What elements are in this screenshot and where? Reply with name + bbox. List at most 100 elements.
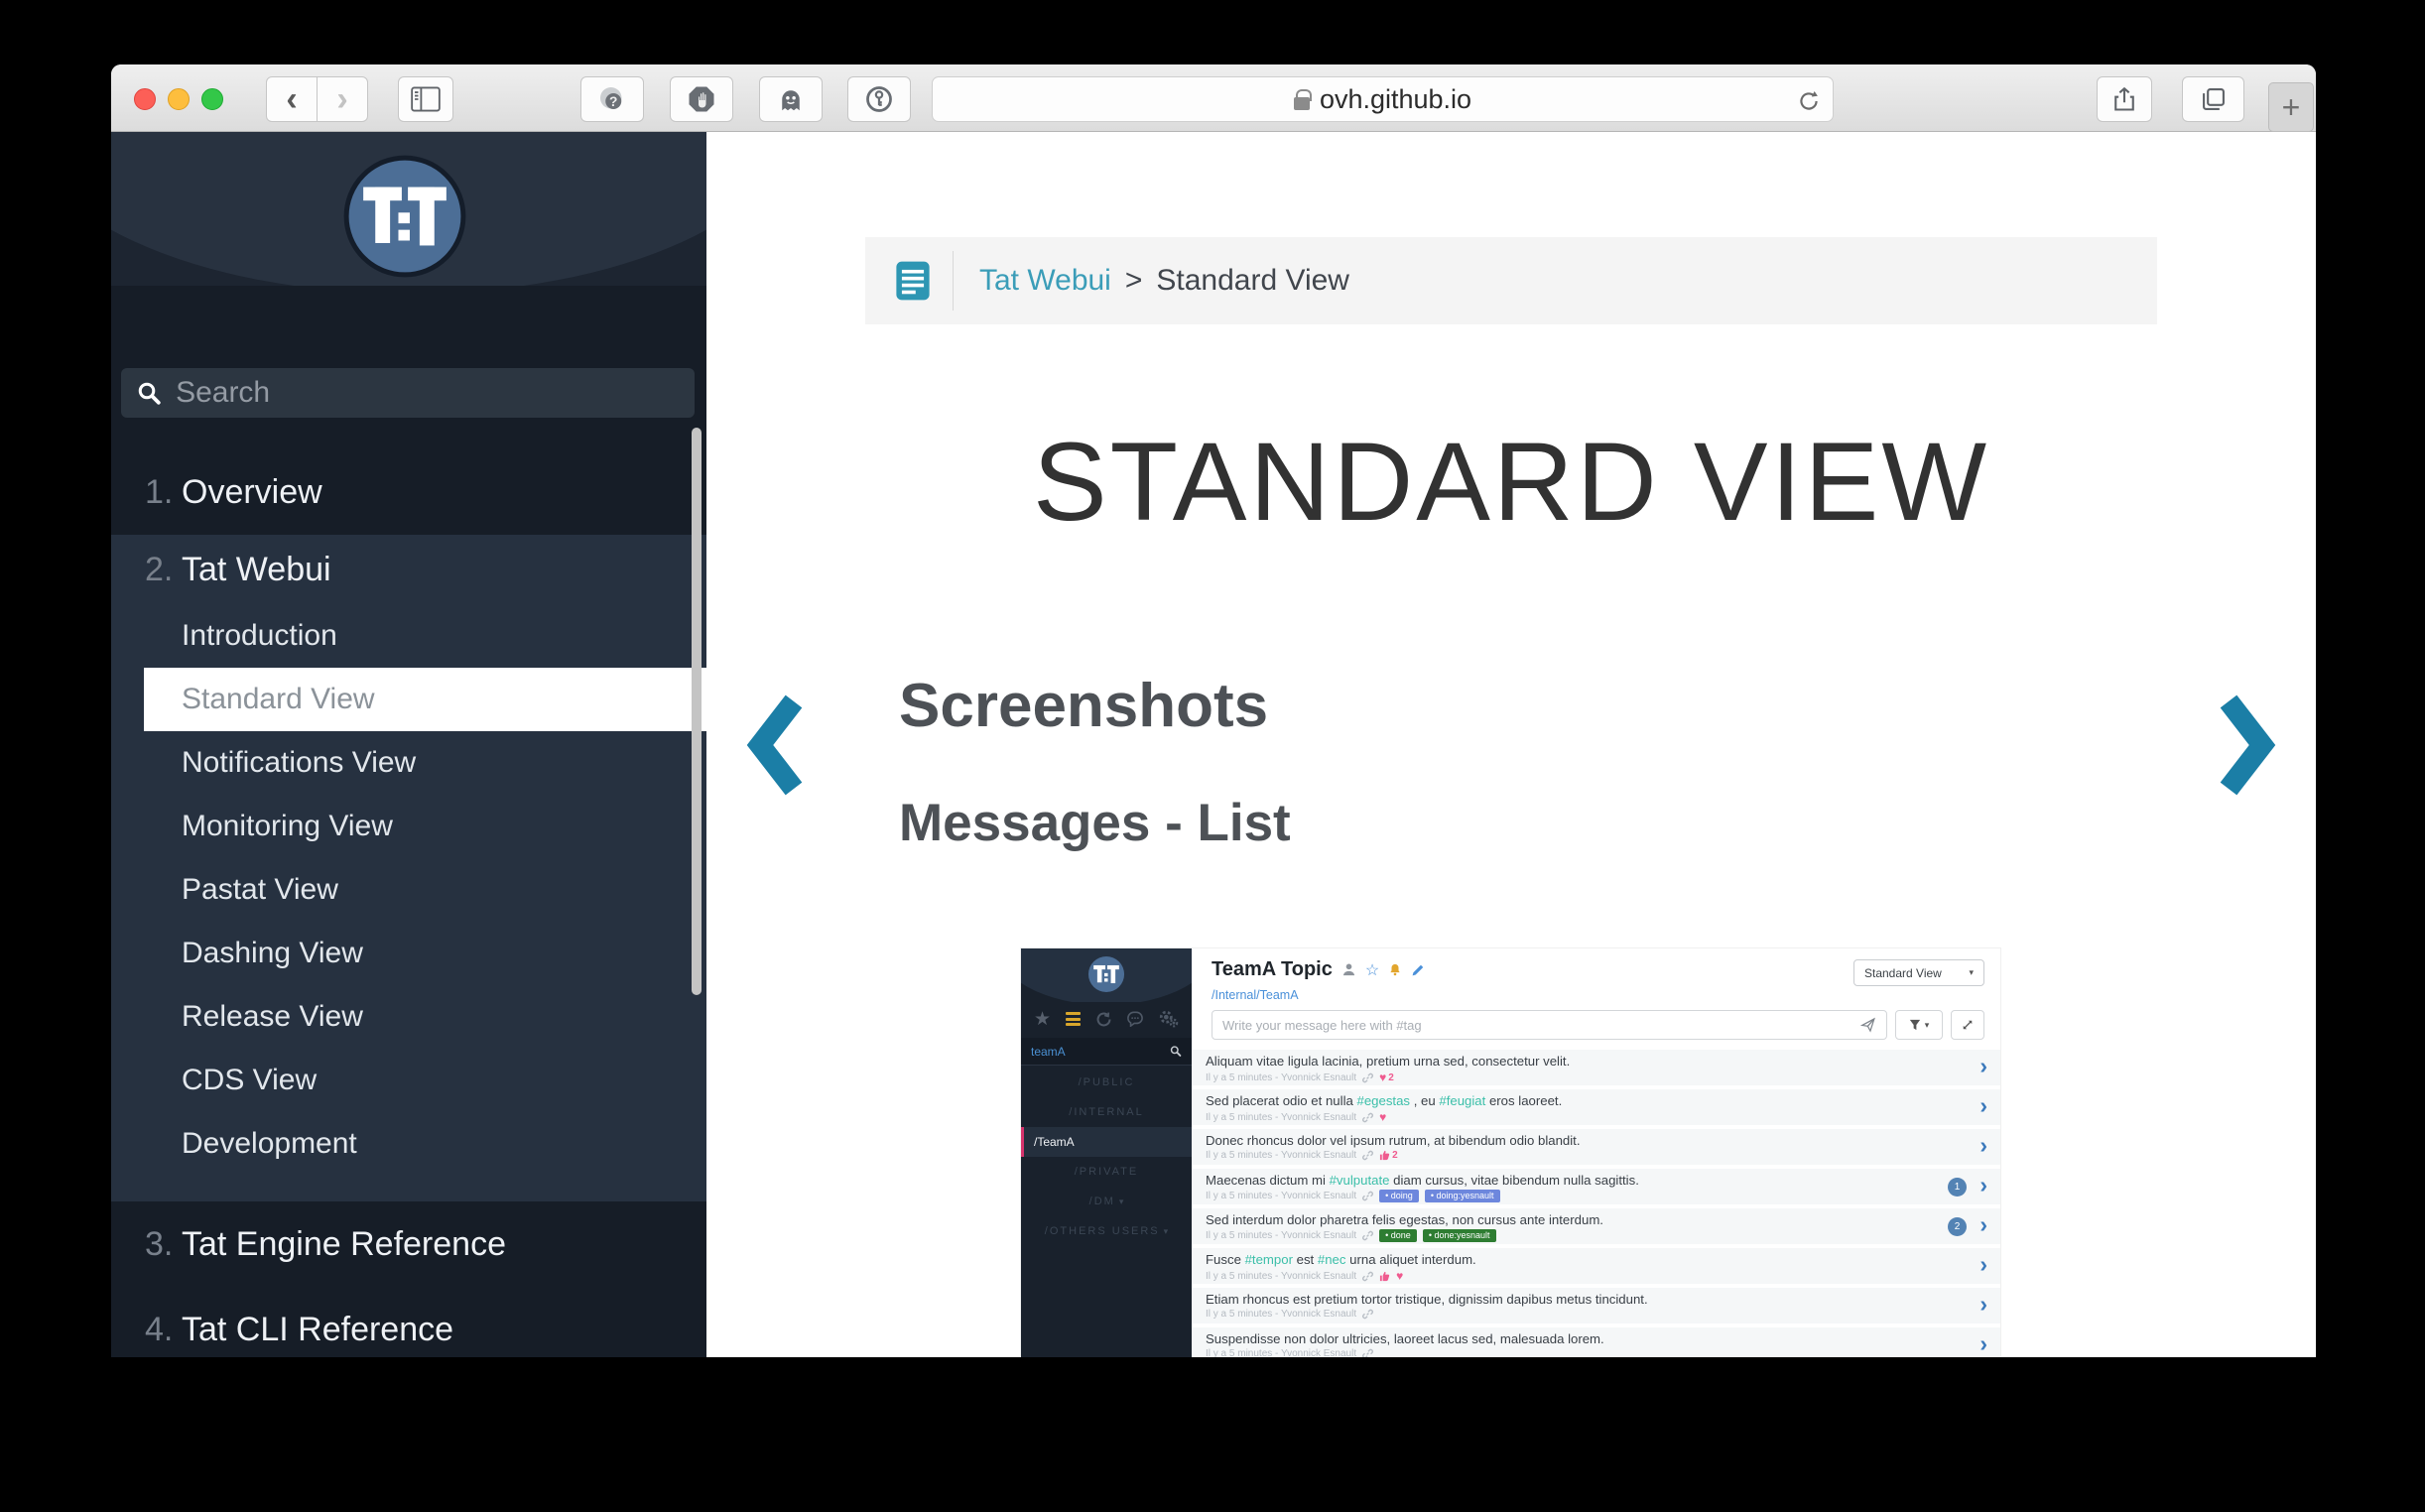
item-label: Notifications View bbox=[182, 746, 416, 780]
thumb-up-icon bbox=[1379, 1271, 1390, 1282]
settings-gears-icon[interactable] bbox=[1159, 1010, 1179, 1028]
tat-topic-search-input[interactable] bbox=[1031, 1045, 1170, 1059]
favorites-star-icon[interactable]: ★ bbox=[1034, 1008, 1051, 1031]
open-message-chevron[interactable]: › bbox=[1979, 1251, 1987, 1278]
chat-bubble-icon[interactable] bbox=[1126, 1011, 1144, 1027]
sidebar-item-pastat-view[interactable]: Pastat View bbox=[111, 858, 706, 922]
extension-adblock-button[interactable] bbox=[670, 76, 733, 122]
address-bar[interactable]: ovh.github.io bbox=[932, 76, 1834, 122]
share-icon bbox=[2110, 84, 2138, 114]
sidebar-item-cds-view[interactable]: CDS View bbox=[111, 1049, 706, 1112]
permalink-icon[interactable] bbox=[1362, 1230, 1373, 1241]
sidebar-nav: 1. Overview 2. Tat Webui Introduction St… bbox=[111, 449, 706, 1357]
send-plane-icon[interactable] bbox=[1860, 1017, 1876, 1033]
breadcrumb-link[interactable]: Tat Webui bbox=[979, 264, 1111, 298]
sidebar-item-tat-engine-reference[interactable]: 3. Tat Engine Reference bbox=[111, 1201, 706, 1287]
user-icon[interactable] bbox=[1341, 962, 1356, 977]
zoom-window-button[interactable] bbox=[201, 88, 223, 110]
message-row[interactable]: Etiam rhoncus est pretium tortor tristiq… bbox=[1192, 1288, 2000, 1323]
message-row[interactable]: Fusce #tempor est #nec urna aliquet inte… bbox=[1192, 1248, 2000, 1284]
https-lock-icon bbox=[1294, 97, 1310, 110]
sidebar-item-tat-cli-reference[interactable]: 4. Tat CLI Reference bbox=[111, 1287, 706, 1357]
back-button[interactable]: ‹ bbox=[266, 76, 318, 122]
open-message-chevron[interactable]: › bbox=[1979, 1132, 1987, 1159]
channel-public[interactable]: /PUBLIC bbox=[1021, 1068, 1192, 1097]
permalink-icon[interactable] bbox=[1362, 1348, 1373, 1357]
search-input[interactable] bbox=[176, 376, 679, 410]
edit-pencil-icon[interactable] bbox=[1411, 963, 1425, 977]
expand-button[interactable] bbox=[1951, 1010, 1984, 1040]
docs-sidebar: 1. Overview 2. Tat Webui Introduction St… bbox=[111, 132, 706, 1357]
sidebar-item-tat-webui[interactable]: 2. Tat Webui bbox=[111, 535, 706, 604]
sidebar-item-overview[interactable]: 1. Overview bbox=[111, 449, 706, 535]
sidebar-item-notifications-view[interactable]: Notifications View bbox=[111, 731, 706, 795]
message-row[interactable]: Sed placerat odio et nulla #egestas , eu… bbox=[1192, 1089, 2000, 1125]
message-row[interactable]: Suspendisse non dolor ultricies, laoreet… bbox=[1192, 1327, 2000, 1357]
tat-app-screenshot: ★ bbox=[1021, 948, 2000, 1357]
sidebar-item-introduction[interactable]: Introduction bbox=[111, 604, 706, 668]
item-label: Tat Webui bbox=[182, 551, 331, 589]
item-number: 3. bbox=[145, 1225, 182, 1264]
reload-icon[interactable] bbox=[1796, 88, 1822, 114]
new-tab-button[interactable]: + bbox=[2268, 82, 2314, 132]
heart-reaction: ♥2 bbox=[1379, 1071, 1394, 1084]
message-input[interactable] bbox=[1212, 1010, 1887, 1040]
channel-internal[interactable]: /INTERNAL bbox=[1021, 1097, 1192, 1127]
history-icon[interactable] bbox=[1095, 1011, 1112, 1028]
close-window-button[interactable] bbox=[134, 88, 156, 110]
message-row[interactable]: Donec rhoncus dolor vel ipsum rutrum, at… bbox=[1192, 1129, 2000, 1165]
permalink-icon[interactable] bbox=[1362, 1150, 1373, 1161]
message-row[interactable]: Maecenas dictum mi #vulputate diam cursu… bbox=[1192, 1169, 2000, 1204]
topics-list-icon[interactable] bbox=[1066, 1012, 1081, 1026]
filter-button[interactable]: ▾ bbox=[1895, 1010, 1943, 1040]
next-page-chevron[interactable] bbox=[2219, 693, 2278, 797]
tab-overview-button[interactable] bbox=[2182, 76, 2244, 122]
open-message-chevron[interactable]: › bbox=[1979, 1172, 1987, 1198]
message-input-field[interactable] bbox=[1222, 1018, 1860, 1033]
open-message-chevron[interactable]: › bbox=[1979, 1211, 1987, 1238]
message-row[interactable]: Aliquam vitae ligula lacinia, pretium ur… bbox=[1192, 1050, 2000, 1085]
open-message-chevron[interactable]: › bbox=[1979, 1092, 1987, 1119]
channel-private[interactable]: /PRIVATE bbox=[1021, 1157, 1192, 1187]
sidebar-item-release-view[interactable]: Release View bbox=[111, 985, 706, 1049]
sidebar-item-monitoring-view[interactable]: Monitoring View bbox=[111, 795, 706, 858]
permalink-icon[interactable] bbox=[1362, 1309, 1373, 1320]
doc-content: Tat Webui > Standard View STANDARD VIEW … bbox=[706, 132, 2316, 1357]
item-label: Introduction bbox=[182, 619, 337, 653]
extension-password-button[interactable] bbox=[847, 76, 911, 122]
extension-help-button[interactable]: ? bbox=[580, 76, 644, 122]
sidebar-scrollbar[interactable] bbox=[692, 428, 702, 995]
minimize-window-button[interactable] bbox=[168, 88, 190, 110]
message-meta-text: Il y a 5 minutes - Yvonnick Esnault bbox=[1206, 1150, 1356, 1161]
permalink-icon[interactable] bbox=[1362, 1271, 1373, 1282]
forward-button[interactable]: › bbox=[317, 76, 368, 122]
star-outline-icon[interactable]: ☆ bbox=[1365, 960, 1379, 980]
bell-icon[interactable] bbox=[1388, 962, 1402, 977]
permalink-icon[interactable] bbox=[1362, 1072, 1373, 1083]
view-mode-select[interactable]: Standard View ▾ bbox=[1853, 959, 1984, 986]
sidebar-item-dashing-view[interactable]: Dashing View bbox=[111, 922, 706, 985]
open-message-chevron[interactable]: › bbox=[1979, 1053, 1987, 1079]
chevron-down-icon: ▾ bbox=[1969, 967, 1974, 978]
tat-topic-search[interactable] bbox=[1021, 1038, 1192, 1066]
permalink-icon[interactable] bbox=[1362, 1191, 1373, 1201]
channel-dm[interactable]: /DM▾ bbox=[1021, 1187, 1192, 1216]
prev-page-chevron[interactable] bbox=[744, 693, 804, 797]
sidebar-item-development[interactable]: Development bbox=[111, 1112, 706, 1176]
channel-others-users[interactable]: /OTHERS USERS▾ bbox=[1021, 1216, 1192, 1246]
sidebar-search[interactable] bbox=[121, 368, 695, 418]
topic-path[interactable]: /Internal/TeamA bbox=[1212, 988, 1299, 1002]
message-row[interactable]: Sed interdum dolor pharetra felis egesta… bbox=[1192, 1208, 2000, 1244]
message-text: Aliquam vitae ligula lacinia, pretium ur… bbox=[1206, 1054, 1570, 1069]
open-message-chevron[interactable]: › bbox=[1979, 1330, 1987, 1357]
open-message-chevron[interactable]: › bbox=[1979, 1291, 1987, 1318]
message-meta: Il y a 5 minutes - Yvonnick Esnault bbox=[1206, 1348, 1911, 1357]
chevron-down-icon: ▾ bbox=[1119, 1197, 1124, 1207]
tat-sidebar-toolbar: ★ bbox=[1021, 1005, 1192, 1033]
sidebar-item-standard-view[interactable]: Standard View bbox=[144, 668, 706, 731]
channel-teama[interactable]: /TeamA bbox=[1021, 1127, 1192, 1157]
extension-ghostery-button[interactable] bbox=[759, 76, 823, 122]
share-button[interactable] bbox=[2097, 76, 2152, 122]
permalink-icon[interactable] bbox=[1362, 1112, 1373, 1123]
sidebar-toggle-button[interactable] bbox=[398, 76, 453, 122]
